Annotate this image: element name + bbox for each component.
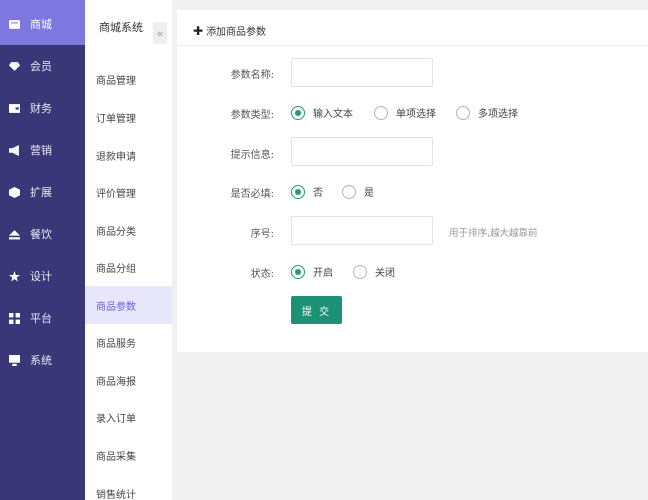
param-type-label: 参数类型: xyxy=(230,110,274,121)
divider xyxy=(177,45,648,46)
sidebar-item-order-management[interactable]: 订单管理 xyxy=(85,98,172,136)
primary-nav-item-system[interactable]: 系统 xyxy=(0,339,85,381)
sidebar-item-enter-order[interactable]: 录入订单 xyxy=(85,398,172,436)
primary-nav-item-marketing[interactable]: 营销 xyxy=(0,129,85,171)
param-type-radio-text[interactable]: 输入文本 xyxy=(291,105,353,120)
radio-dot xyxy=(291,105,305,120)
sidebar-item-product-parameters[interactable]: 商品参数 xyxy=(85,286,172,324)
primary-nav-item-catering[interactable]: 餐饮 xyxy=(0,213,85,255)
primary-nav-label: 设计 xyxy=(30,270,52,283)
sidebar-item-review-management[interactable]: 评价管理 xyxy=(85,173,172,211)
submit-button[interactable]: 提 交 xyxy=(291,296,342,324)
required-radio-yes[interactable]: 是 xyxy=(342,184,374,199)
collapse-sidebar-button[interactable]: « xyxy=(153,22,167,44)
radio-label: 否 xyxy=(313,188,323,199)
radio-label: 单项选择 xyxy=(396,109,436,120)
param-type-radio-single[interactable]: 单项选择 xyxy=(374,105,436,120)
wallet-icon xyxy=(9,103,20,114)
sidebar-item-sales-statistics[interactable]: 销售统计 xyxy=(85,474,172,500)
status-radio-enabled[interactable]: 开启 xyxy=(291,264,333,279)
radio-dot xyxy=(353,264,367,279)
radio-dot xyxy=(342,184,356,199)
status-radio-disabled[interactable]: 关闭 xyxy=(353,264,395,279)
star-icon xyxy=(9,270,20,282)
primary-nav-item-finance[interactable]: 财务 xyxy=(0,87,85,129)
megaphone-icon xyxy=(9,144,20,156)
sidebar-item-product-management[interactable]: 商品管理 xyxy=(85,60,172,98)
sidebar-item-product-collection[interactable]: 商品采集 xyxy=(85,436,172,474)
radio-label: 多项选择 xyxy=(478,109,518,120)
radio-label: 开启 xyxy=(313,268,333,279)
sidebar-item-product-groups[interactable]: 商品分组 xyxy=(85,248,172,286)
sidebar-item-product-categories[interactable]: 商品分类 xyxy=(85,211,172,249)
status-label: 状态: xyxy=(250,269,274,280)
hint-info-input[interactable] xyxy=(291,137,433,166)
add-parameter-panel: ✚ 添加商品参数 参数名称: 参数类型: 输入文本 单项选择 多项选择 提示信息… xyxy=(177,10,648,352)
eject-icon xyxy=(9,229,20,240)
radio-dot xyxy=(291,184,305,199)
required-radio-no[interactable]: 否 xyxy=(291,184,323,199)
secondary-sidebar: 商城系统 « 商品管理 订单管理 退款申请 评价管理 商品分类 商品分组 商品参… xyxy=(85,0,172,500)
param-name-input[interactable] xyxy=(291,58,433,87)
primary-sidebar: 商城 会员 财务 营销 扩展 餐饮 设计 平台 系统 xyxy=(0,0,85,500)
primary-nav-item-platform[interactable]: 平台 xyxy=(0,297,85,339)
panel-header: ✚ 添加商品参数 xyxy=(193,23,267,39)
store-icon xyxy=(9,19,20,30)
radio-dot xyxy=(456,105,470,120)
grid-icon xyxy=(9,312,20,324)
hint-info-label: 提示信息: xyxy=(230,150,274,161)
primary-nav-label: 财务 xyxy=(30,102,52,115)
diamond-icon xyxy=(9,61,20,72)
primary-nav-item-design[interactable]: 设计 xyxy=(0,255,85,297)
sidebar-item-product-posters[interactable]: 商品海报 xyxy=(85,361,172,399)
radio-dot xyxy=(291,264,305,279)
primary-nav-label: 餐饮 xyxy=(30,228,52,241)
order-label: 序号: xyxy=(250,229,274,240)
primary-nav-label: 平台 xyxy=(30,312,52,325)
primary-nav-item-store[interactable]: 商城 xyxy=(0,3,85,45)
radio-label: 是 xyxy=(364,188,374,199)
cube-icon xyxy=(9,186,20,198)
primary-nav-label: 营销 xyxy=(30,144,52,157)
primary-nav-label: 扩展 xyxy=(30,186,52,199)
primary-nav-label: 商城 xyxy=(30,18,52,31)
radio-label: 输入文本 xyxy=(313,109,353,120)
param-name-label: 参数名称: xyxy=(230,70,274,81)
plus-icon: ✚ xyxy=(193,23,204,38)
primary-nav-item-member[interactable]: 会员 xyxy=(0,45,85,87)
param-type-radio-multiple[interactable]: 多项选择 xyxy=(456,105,518,120)
primary-nav-item-extension[interactable]: 扩展 xyxy=(0,171,85,213)
monitor-icon xyxy=(9,354,20,366)
panel-title: 添加商品参数 xyxy=(206,27,267,38)
radio-dot xyxy=(374,105,388,120)
primary-nav-label: 系统 xyxy=(30,354,52,367)
sidebar-item-product-services[interactable]: 商品服务 xyxy=(85,323,172,361)
radio-label: 关闭 xyxy=(375,268,395,279)
required-label: 是否必填: xyxy=(230,189,274,200)
order-input[interactable] xyxy=(291,216,433,245)
order-hint: 用于排序,越大越靠前 xyxy=(449,228,538,239)
primary-nav-label: 会员 xyxy=(30,60,52,73)
sidebar-item-refund-requests[interactable]: 退款申请 xyxy=(85,136,172,174)
